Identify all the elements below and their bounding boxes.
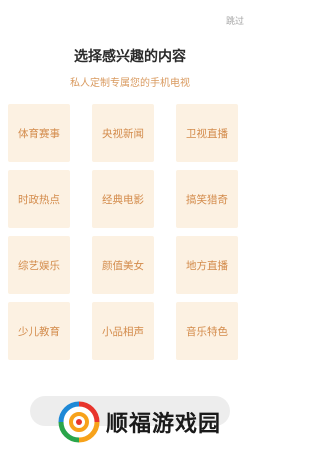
- interest-tile[interactable]: 地方直播: [176, 236, 238, 294]
- page-subtitle: 私人定制专属您的手机电视: [70, 78, 190, 89]
- interest-tile[interactable]: 时政热点: [8, 170, 70, 228]
- interest-tile[interactable]: 搞笑猎奇: [176, 170, 238, 228]
- interest-tile[interactable]: 小品相声: [92, 302, 154, 360]
- skip-button[interactable]: 跳过: [226, 14, 244, 27]
- interest-tile[interactable]: 央视新闻: [92, 104, 154, 162]
- page-title: 选择感兴趣的内容: [74, 49, 186, 65]
- interest-tile[interactable]: 卫视直播: [176, 104, 238, 162]
- interest-tile[interactable]: 音乐特色: [176, 302, 238, 360]
- interest-tile[interactable]: 综艺娱乐: [8, 236, 70, 294]
- swirl-logo-icon: [58, 401, 100, 443]
- watermark: 顺福游戏园: [58, 398, 258, 446]
- interest-tile[interactable]: 少儿教育: [8, 302, 70, 360]
- watermark-text: 顺福游戏园: [106, 412, 222, 437]
- interest-tile[interactable]: 经典电影: [92, 170, 154, 228]
- interest-tile[interactable]: 颜值美女: [92, 236, 154, 294]
- interest-tile[interactable]: 体育赛事: [8, 104, 70, 162]
